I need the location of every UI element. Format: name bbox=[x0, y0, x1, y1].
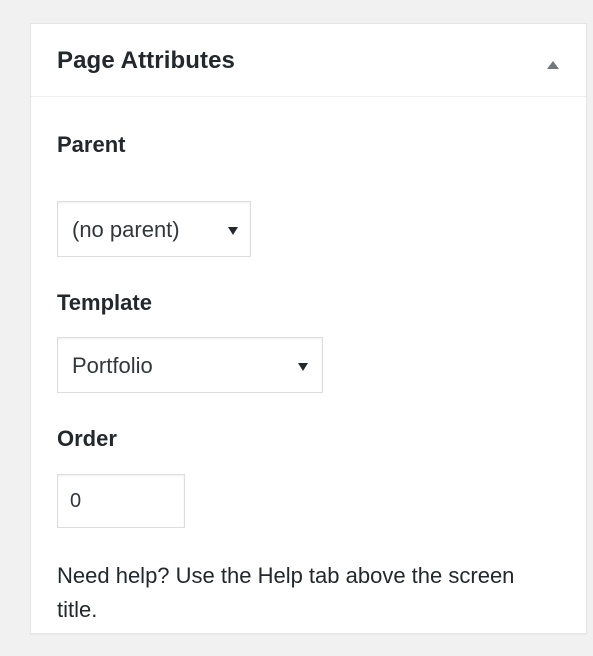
triangle-up-icon bbox=[547, 60, 559, 69]
page-attributes-metabox: Page Attributes Parent (no parent) Templ… bbox=[30, 23, 587, 634]
dropdown-arrow-icon bbox=[298, 363, 308, 371]
metabox-title: Page Attributes bbox=[57, 47, 235, 74]
metabox-header: Page Attributes bbox=[31, 24, 586, 97]
order-input[interactable] bbox=[57, 474, 185, 528]
toggle-panel-button[interactable] bbox=[542, 51, 564, 71]
dropdown-arrow-icon bbox=[228, 227, 238, 235]
order-label: Order bbox=[57, 426, 117, 451]
parent-select[interactable]: (no parent) bbox=[57, 201, 251, 257]
template-select-value: Portfolio bbox=[72, 353, 153, 378]
parent-label: Parent bbox=[57, 132, 126, 157]
template-select[interactable]: Portfolio bbox=[57, 337, 323, 393]
template-label: Template bbox=[57, 290, 152, 315]
help-text: Need help? Use the Help tab above the sc… bbox=[57, 563, 515, 622]
parent-select-value: (no parent) bbox=[72, 217, 180, 242]
